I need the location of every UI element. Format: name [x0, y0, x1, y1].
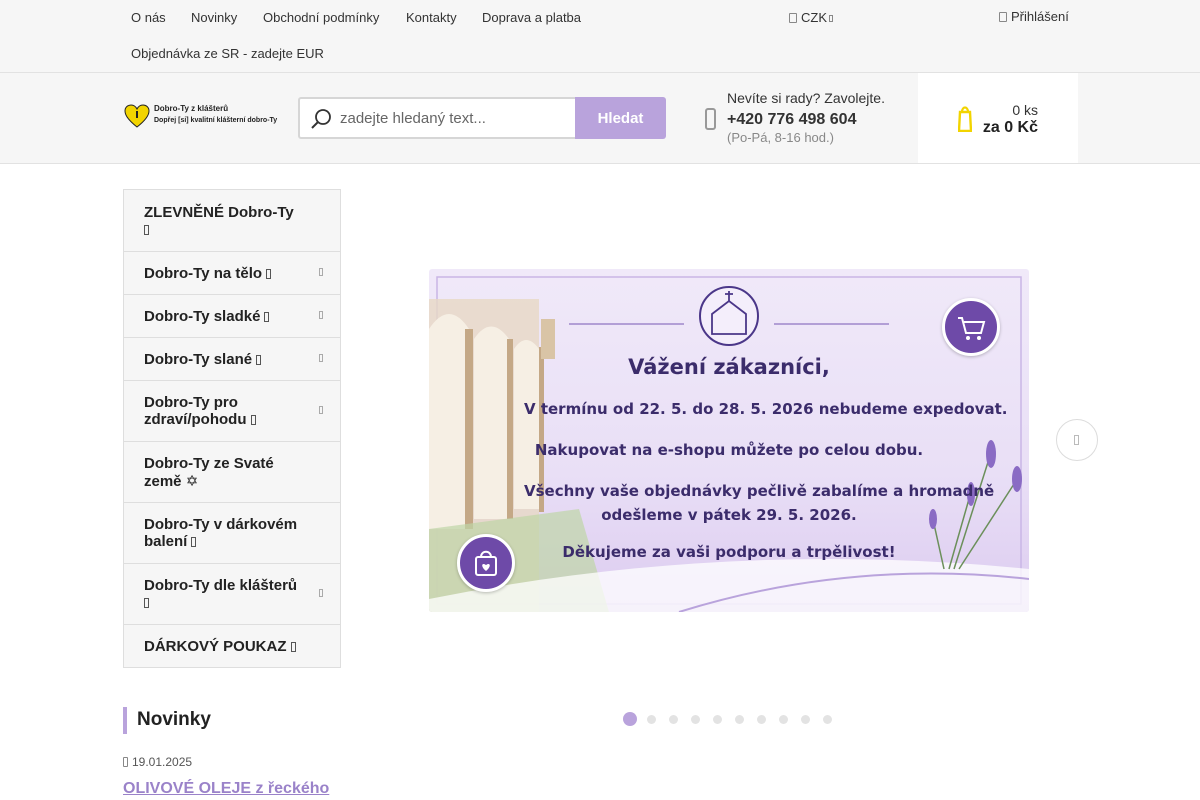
- news-date: 19.01.2025: [123, 755, 192, 769]
- banner-line-3: Všechny vaše objednávky pečlivě zabalíme…: [524, 482, 995, 500]
- search-input[interactable]: [340, 99, 570, 137]
- category-dle-klasteru[interactable]: Dobro-Ty dle klášterů: [124, 563, 340, 624]
- category-icon: [144, 598, 149, 608]
- cart-icon: [958, 106, 972, 132]
- cart-quantity: 0 ks: [1012, 102, 1038, 118]
- calendar-icon: [123, 757, 128, 767]
- category-menu: ZLEVNĚNÉ Dobro-Ty Dobro-Ty na tělo Dobro…: [123, 189, 341, 668]
- category-label: Dobro-Ty ze Svaté země ✡: [144, 454, 274, 490]
- category-sladke[interactable]: Dobro-Ty sladké: [124, 294, 340, 337]
- carousel-dot[interactable]: [779, 714, 788, 724]
- chevron-right-icon: [319, 311, 323, 319]
- carousel-dot[interactable]: [647, 714, 656, 724]
- category-label: DÁRKOVÝ POUKAZ: [144, 638, 296, 655]
- currency-icon: [789, 13, 797, 23]
- chevron-right-icon: [1074, 435, 1079, 445]
- promo-banner[interactable]: Vážení zákazníci, V termínu od 22. 5. do…: [429, 269, 1029, 612]
- category-icon: [290, 641, 296, 652]
- shopping-bag-icon: [457, 534, 515, 592]
- carousel-dot[interactable]: [823, 714, 832, 724]
- currency-selector[interactable]: CZK: [789, 10, 833, 25]
- category-icon: [266, 268, 272, 279]
- news-article-link[interactable]: OLIVOVÉ OLEJE z řeckého: [123, 780, 329, 798]
- carousel-pagination: [623, 712, 845, 726]
- user-icon: [999, 12, 1007, 22]
- banner-line-2: Nakupovat na e-shopu můžete po celou dob…: [534, 441, 924, 459]
- category-icon: [256, 354, 262, 365]
- category-na-telo[interactable]: Dobro-Ty na tělo: [124, 251, 340, 294]
- category-icon: [264, 311, 270, 322]
- logo-tagline: Dopřej [si] kvalitní klášterní dobro-Ty: [154, 117, 278, 124]
- category-label: Dobro-Ty sladké: [144, 308, 270, 325]
- cart-widget[interactable]: 0 ks za 0 Kč: [918, 73, 1078, 163]
- contact-hours: (Po-Pá, 8-16 hod.): [727, 130, 834, 145]
- nav-link-novinky[interactable]: Novinky: [191, 10, 237, 25]
- nav-link-obchodni-podminky[interactable]: Obchodní podmínky: [263, 10, 379, 25]
- banner-line-1: V termínu od 22. 5. do 28. 5. 2026 nebud…: [524, 400, 1008, 418]
- chevron-down-icon: [829, 15, 833, 22]
- banner-title: Vážení zákazníci,: [628, 355, 830, 379]
- search-box: Hledat: [298, 97, 666, 139]
- search-button[interactable]: Hledat: [575, 97, 666, 139]
- category-zlevnene[interactable]: ZLEVNĚNÉ Dobro-Ty: [124, 190, 340, 251]
- login-label: Přihlášení: [1011, 9, 1069, 24]
- category-icon: [250, 415, 256, 425]
- category-label: Dobro-Ty dle klášterů: [144, 577, 297, 611]
- banner-line-4: odešleme v pátek 29. 5. 2026.: [601, 506, 857, 524]
- news-heading: Novinky: [137, 709, 211, 730]
- nav-link-doprava-a-platba[interactable]: Doprava a platba: [482, 10, 581, 25]
- shopping-cart-icon: [942, 298, 1000, 356]
- category-icon: [191, 537, 197, 547]
- top-bar: O nás Novinky Obchodní podmínky Kontakty…: [0, 0, 1200, 73]
- category-darkovy-poukaz[interactable]: DÁRKOVÝ POUKAZ: [124, 624, 340, 667]
- chevron-right-icon: [319, 406, 323, 414]
- category-label: Dobro-Ty slané: [144, 351, 262, 368]
- category-label: ZLEVNĚNÉ Dobro-Ty: [144, 204, 294, 238]
- cart-total: za 0 Kč: [982, 119, 1038, 136]
- carousel-dot[interactable]: [691, 714, 700, 724]
- nav-link-objednavka-sr[interactable]: Objednávka ze SR - zadejte EUR: [131, 46, 324, 61]
- logo-title: Dobro-Ty z klášterů: [154, 104, 229, 113]
- news-accent-bar: [123, 707, 127, 734]
- category-slane[interactable]: Dobro-Ty slané: [124, 337, 340, 380]
- category-label: Dobro-Ty v dárkovém balení: [144, 516, 298, 550]
- carousel-dot[interactable]: [735, 714, 744, 724]
- contact-question: Nevíte si rady? Zavolejte.: [727, 90, 885, 106]
- phone-icon: [705, 108, 716, 130]
- carousel-dot[interactable]: [713, 714, 722, 724]
- site-logo[interactable]: Dobro-Ty z klášterů Dopřej [si] kvalitní…: [124, 103, 284, 131]
- category-label: Dobro-Ty na tělo: [144, 265, 272, 282]
- nav-link-kontakty[interactable]: Kontakty: [406, 10, 457, 25]
- carousel-dot[interactable]: [801, 714, 810, 724]
- banner-line-5: Děkujeme za vaši podporu a trpělivost!: [562, 543, 896, 561]
- currency-label: CZK: [801, 10, 827, 25]
- chevron-right-icon: [319, 354, 323, 362]
- login-link[interactable]: Přihlášení: [999, 9, 1069, 24]
- nav-link-o-nas[interactable]: O nás: [131, 10, 166, 25]
- chevron-right-icon: [319, 589, 323, 597]
- carousel-dot[interactable]: [757, 714, 766, 724]
- search-icon: [311, 109, 331, 129]
- carousel-next-button[interactable]: [1056, 419, 1098, 461]
- carousel-dot[interactable]: [623, 712, 637, 726]
- category-label: Dobro-Ty pro zdraví/pohodu: [144, 394, 304, 428]
- phone-number[interactable]: +420 776 498 604: [727, 111, 856, 129]
- category-zdravi-pohoda[interactable]: Dobro-Ty pro zdraví/pohodu: [124, 380, 340, 441]
- category-darkove-baleni[interactable]: Dobro-Ty v dárkovém balení: [124, 502, 340, 563]
- chevron-right-icon: [319, 268, 323, 276]
- heart-logo-icon: [124, 104, 150, 128]
- category-icon: [144, 224, 149, 235]
- category-svata-zeme[interactable]: Dobro-Ty ze Svaté země ✡: [124, 441, 340, 502]
- carousel-dot[interactable]: [669, 714, 678, 724]
